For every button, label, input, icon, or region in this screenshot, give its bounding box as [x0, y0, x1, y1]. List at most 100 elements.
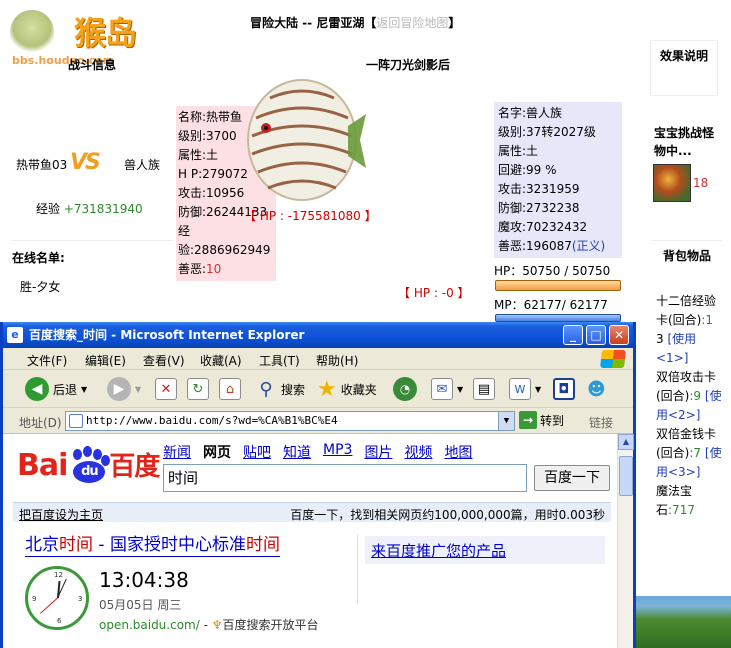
ad-link[interactable]: 来百度推广您的产品 — [371, 540, 506, 561]
enemy-stat-dodge: 回避:99 % — [498, 163, 557, 177]
online-list-heading: 在线名单: — [12, 240, 172, 266]
nav-map[interactable]: 地图 — [444, 442, 472, 462]
divider — [357, 534, 358, 604]
address-input[interactable]: http://www.baidu.com/s?wd=%CA%B1%BC%E4 ▼ — [65, 411, 515, 431]
refresh-button[interactable]: ↻ — [187, 376, 209, 402]
ie-title-bar[interactable]: e 百度搜索_时间 - Microsoft Internet Explorer … — [3, 322, 633, 348]
battle-text: 一阵刀光剑影后 — [366, 58, 451, 72]
enemy-stat-name: 名字:兽人族 — [498, 106, 563, 120]
back-arrow-icon: ◀ — [25, 377, 49, 401]
links-button[interactable]: 链接 — [589, 414, 613, 431]
vertical-scrollbar[interactable]: ▲ — [617, 434, 634, 648]
home-icon: ⌂ — [219, 378, 241, 400]
menu-favorites[interactable]: 收藏(A) — [200, 352, 242, 369]
stop-icon: ✕ — [155, 378, 177, 400]
address-bar: 地址(D) http://www.baidu.com/s?wd=%CA%B1%B… — [3, 408, 633, 434]
chevron-down-icon: ▼ — [81, 384, 88, 394]
messenger-icon: ☻ — [587, 378, 606, 400]
search-label: 搜索 — [281, 382, 306, 397]
forward-button[interactable]: ▶ ▼ — [107, 376, 141, 402]
page-icon — [69, 414, 83, 428]
justice-link[interactable]: (正义) — [572, 239, 605, 253]
search-submit-button[interactable]: 百度一下 — [534, 465, 610, 491]
favorites-button[interactable]: ★ 收藏夹 — [317, 376, 377, 402]
stop-button[interactable]: ✕ — [155, 376, 177, 402]
bag-item-count: :7 — [689, 446, 702, 460]
bag-item-name: 3 — [656, 332, 664, 346]
scroll-thumb[interactable] — [619, 456, 633, 496]
set-homepage-link[interactable]: 把百度设为主页 — [19, 506, 103, 523]
result-stats: 百度一下，找到相关网页约100,000,000篇，用时0.003秒 — [290, 508, 605, 522]
edit-button[interactable]: W ▼ — [509, 376, 541, 402]
menu-help[interactable]: 帮助(H) — [316, 352, 358, 369]
back-button[interactable]: ◀ 后退 ▼ — [25, 376, 87, 402]
result-title-link[interactable]: 北京时间 - 国家授时中心标准时间 — [25, 534, 280, 557]
search-input[interactable]: 时间 — [163, 464, 527, 492]
chevron-down-icon: ▼ — [535, 384, 542, 394]
mail-button[interactable]: ✉ ▼ — [431, 376, 463, 402]
menu-view[interactable]: 查看(V) — [143, 352, 185, 369]
online-user[interactable]: 胜-夕女 — [20, 278, 60, 295]
scroll-up-icon[interactable]: ▲ — [618, 434, 634, 450]
exp-label: 经验 — [36, 202, 61, 216]
close-button[interactable]: ✕ — [609, 325, 629, 345]
enemy-hp-bar — [495, 280, 621, 291]
enemy-stat-defense: 防御:2732238 — [498, 201, 580, 215]
nav-web[interactable]: 网页 — [203, 442, 231, 462]
favorites-label: 收藏夹 — [340, 382, 377, 397]
nav-tieba[interactable]: 贴吧 — [243, 442, 271, 462]
chevron-down-icon[interactable]: ▼ — [498, 412, 514, 430]
current-time: 13:04:38 — [99, 568, 189, 592]
source-sep: - — [199, 618, 212, 632]
result-title-highlight: 时间 — [245, 535, 280, 555]
monster-avatar-icon[interactable] — [653, 164, 691, 202]
nav-video[interactable]: 视频 — [404, 442, 432, 462]
print-button[interactable]: ▤ — [473, 376, 495, 402]
pet-hp-zero: 【 HP : -0 】 — [398, 286, 470, 300]
enemy-mp-label: MP：62177/ 62177 — [494, 298, 608, 312]
enemy-name: 兽人族 — [124, 158, 161, 172]
bag-item: 3 [使用<1>] — [656, 330, 726, 368]
chevron-down-icon: ▼ — [135, 384, 142, 394]
baidu-logo[interactable]: Bai du 百度 — [17, 445, 160, 485]
go-button[interactable]: → 转到 — [519, 411, 564, 429]
bag-item: 双倍金钱卡(回合):7 [使用<3>] — [656, 425, 726, 482]
home-button[interactable]: ⌂ — [219, 376, 241, 402]
source-url[interactable]: open.baidu.com/ — [99, 618, 200, 632]
maximize-button[interactable]: □ — [586, 325, 606, 345]
effect-info-heading: 效果说明 — [650, 40, 718, 96]
bag-item: 魔法宝石:717 — [656, 482, 726, 520]
nav-images[interactable]: 图片 — [364, 442, 392, 462]
title-text: 冒险大陆 -- 尼雷亚湖【 — [250, 16, 377, 30]
bag-item-count: :717 — [668, 503, 695, 517]
bag-heading: 背包物品 — [652, 240, 722, 265]
back-to-map-link[interactable]: 返回冒险地图 — [376, 16, 448, 30]
refresh-icon: ↻ — [187, 378, 209, 400]
ie-app-icon: e — [7, 327, 23, 343]
enemy-stat-level: 级别:37转2027级 — [498, 125, 596, 139]
menu-tools[interactable]: 工具(T) — [259, 352, 300, 369]
search-button[interactable]: ⚲ 搜索 — [255, 376, 305, 402]
enemy-stat-attack: 攻击:3231959 — [498, 182, 580, 196]
word-icon: W — [509, 378, 531, 400]
nav-mp3[interactable]: MP3 — [323, 442, 352, 462]
enemy-stat-attr: 属性:土 — [498, 144, 539, 158]
menu-edit[interactable]: 编辑(E) — [85, 352, 126, 369]
open-platform-link[interactable]: 百度搜索开放平台 — [223, 618, 319, 632]
chevron-down-icon: ▼ — [457, 384, 464, 394]
minimize-button[interactable]: _ — [563, 325, 583, 345]
page-title: 冒险大陆 -- 尼雷亚湖【返回冒险地图】 — [250, 14, 460, 31]
nav-zhidao[interactable]: 知道 — [283, 442, 311, 462]
discuss-button[interactable]: ◘ — [553, 376, 575, 402]
menu-file[interactable]: 文件(F) — [27, 352, 67, 369]
messenger-button[interactable]: ☻ — [587, 376, 606, 402]
ie-window-title: 百度搜索_时间 - Microsoft Internet Explorer — [29, 328, 305, 342]
menu-bar: 文件(F) 编辑(E) 查看(V) 收藏(A) 工具(T) 帮助(H) — [3, 348, 633, 370]
bag-item: 双倍攻击卡(回合):9 [使用<2>] — [656, 368, 726, 425]
nav-news[interactable]: 新闻 — [163, 442, 191, 462]
pet-name: 热带鱼03 — [16, 158, 68, 172]
history-button[interactable]: ◔ — [393, 376, 417, 402]
enemy-stats-panel: 名字:兽人族 级别:37转2027级 属性:土 回避:99 % 攻击:32319… — [494, 102, 622, 258]
printer-icon: ▤ — [473, 378, 495, 400]
search-icon: ⚲ — [259, 378, 273, 400]
